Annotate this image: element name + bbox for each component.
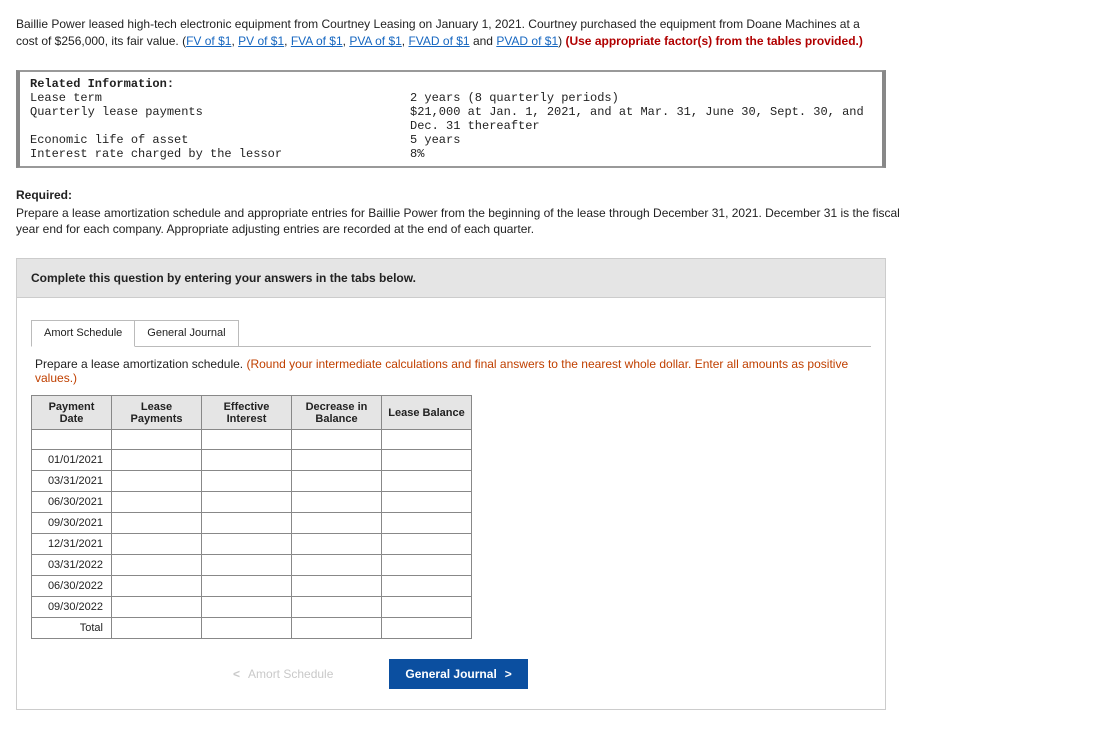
problem-intro: Baillie Power leased high-tech electroni… xyxy=(16,16,866,50)
info-value: $21,000 at Jan. 1, 2021, and at Mar. 31,… xyxy=(410,105,872,133)
cell-input[interactable] xyxy=(382,471,472,492)
col-lease-payments: Lease Payments xyxy=(112,396,202,430)
cell-input[interactable] xyxy=(112,430,202,450)
next-button[interactable]: General Journal > xyxy=(389,659,527,689)
table-row: 03/31/2021 xyxy=(32,471,472,492)
cell-input[interactable] xyxy=(382,430,472,450)
cell-input[interactable] xyxy=(292,513,382,534)
cell-input[interactable] xyxy=(202,430,292,450)
info-label: Lease term xyxy=(30,91,410,105)
info-label: Interest rate charged by the lessor xyxy=(30,147,410,161)
cell-input[interactable] xyxy=(112,618,202,639)
cell-input[interactable] xyxy=(202,576,292,597)
cell-input[interactable] xyxy=(112,471,202,492)
prev-button: < Amort Schedule xyxy=(217,659,349,689)
table-row: 09/30/2021 xyxy=(32,513,472,534)
tab-amort-schedule[interactable]: Amort Schedule xyxy=(31,320,135,347)
tab-bar: Amort Schedule General Journal xyxy=(31,320,871,347)
required-body: Prepare a lease amortization schedule an… xyxy=(16,205,916,239)
info-label: Economic life of asset xyxy=(30,133,410,147)
table-row: 03/31/2022 xyxy=(32,555,472,576)
cell-input[interactable] xyxy=(202,492,292,513)
link-fvad[interactable]: FVAD of $1 xyxy=(408,34,469,48)
work-area: Complete this question by entering your … xyxy=(16,258,886,710)
col-decrease-balance: Decrease in Balance xyxy=(292,396,382,430)
table-row: 06/30/2021 xyxy=(32,492,472,513)
chevron-left-icon: < xyxy=(233,667,240,681)
link-fv[interactable]: FV of $1 xyxy=(186,34,231,48)
cell-input[interactable] xyxy=(292,576,382,597)
required-heading: Required: xyxy=(16,188,1088,202)
cell-input[interactable] xyxy=(292,450,382,471)
cell-input[interactable] xyxy=(202,618,292,639)
table-row-total: Total xyxy=(32,618,472,639)
cell-input[interactable] xyxy=(112,597,202,618)
cell-input[interactable] xyxy=(382,534,472,555)
info-value: 8% xyxy=(410,147,872,161)
table-row: 12/31/2021 xyxy=(32,534,472,555)
link-pv[interactable]: PV of $1 xyxy=(238,34,284,48)
info-value: 2 years (8 quarterly periods) xyxy=(410,91,872,105)
table-row: 09/30/2022 xyxy=(32,597,472,618)
cell-input[interactable] xyxy=(382,618,472,639)
info-title: Related Information: xyxy=(30,77,872,91)
info-value: 5 years xyxy=(410,133,872,147)
cell-input[interactable] xyxy=(202,597,292,618)
cell-input[interactable] xyxy=(292,555,382,576)
info-label: Quarterly lease payments xyxy=(30,105,410,133)
cell-input[interactable] xyxy=(202,450,292,471)
cell-input[interactable] xyxy=(382,576,472,597)
cell-input[interactable] xyxy=(292,492,382,513)
amortization-table: Payment Date Lease Payments Effective In… xyxy=(31,395,472,639)
cell-input[interactable] xyxy=(112,450,202,471)
instruction-bold: (Use appropriate factor(s) from the tabl… xyxy=(565,34,862,48)
link-pva[interactable]: PVA of $1 xyxy=(349,34,401,48)
tab-general-journal[interactable]: General Journal xyxy=(135,320,238,347)
cell-input[interactable] xyxy=(382,555,472,576)
col-payment-date: Payment Date xyxy=(32,396,112,430)
table-row: 01/01/2021 xyxy=(32,450,472,471)
col-lease-balance: Lease Balance xyxy=(382,396,472,430)
cell-input[interactable] xyxy=(112,492,202,513)
tab-instruction: Prepare a lease amortization schedule. (… xyxy=(31,346,871,395)
nav-buttons: < Amort Schedule General Journal > xyxy=(217,659,871,689)
cell-input[interactable] xyxy=(292,471,382,492)
cell-input[interactable] xyxy=(292,430,382,450)
cell-input[interactable] xyxy=(112,576,202,597)
chevron-right-icon: > xyxy=(505,667,512,681)
cell-input[interactable] xyxy=(382,513,472,534)
table-row: 06/30/2022 xyxy=(32,576,472,597)
cell-input[interactable] xyxy=(382,597,472,618)
related-information-box: Related Information: Lease term2 years (… xyxy=(16,70,886,168)
cell-input[interactable] xyxy=(202,471,292,492)
cell-input[interactable] xyxy=(112,534,202,555)
link-fva[interactable]: FVA of $1 xyxy=(291,34,343,48)
cell-input[interactable] xyxy=(112,513,202,534)
table-row xyxy=(32,430,472,450)
cell-input[interactable] xyxy=(382,492,472,513)
cell-input[interactable] xyxy=(202,534,292,555)
complete-instruction-bar: Complete this question by entering your … xyxy=(17,259,885,298)
cell-input[interactable] xyxy=(202,555,292,576)
link-pvad[interactable]: PVAD of $1 xyxy=(496,34,558,48)
cell-input[interactable] xyxy=(292,534,382,555)
cell-input[interactable] xyxy=(292,618,382,639)
cell-input[interactable] xyxy=(382,450,472,471)
cell-input[interactable] xyxy=(292,597,382,618)
cell-input[interactable] xyxy=(112,555,202,576)
cell-input[interactable] xyxy=(202,513,292,534)
col-effective-interest: Effective Interest xyxy=(202,396,292,430)
